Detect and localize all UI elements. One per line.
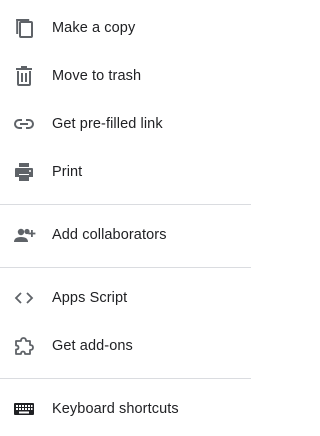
menu-item-label: Add collaborators: [52, 227, 167, 243]
add-collaborators-icon: [12, 223, 36, 247]
menu-item-keyboard-shortcuts[interactable]: Keyboard shortcuts: [0, 385, 251, 433]
menu-item-apps-script[interactable]: Apps Script: [0, 274, 251, 322]
menu-item-label: Print: [52, 164, 83, 180]
puzzle-icon: [12, 334, 36, 358]
menu-item-print[interactable]: Print: [0, 148, 251, 196]
code-icon: [12, 286, 36, 310]
link-icon: [12, 112, 36, 136]
menu-divider: [0, 378, 251, 379]
copy-icon: [12, 16, 36, 40]
keyboard-icon: [12, 397, 36, 421]
trash-icon: [12, 64, 36, 88]
menu-divider: [0, 204, 251, 205]
print-icon: [12, 160, 36, 184]
menu-divider: [0, 267, 251, 268]
menu-item-label: Keyboard shortcuts: [52, 401, 179, 417]
menu-item-move-to-trash[interactable]: Move to trash: [0, 52, 251, 100]
menu-item-add-collaborators[interactable]: Add collaborators: [0, 211, 251, 259]
menu-item-get-add-ons[interactable]: Get add-ons: [0, 322, 251, 370]
more-options-menu: Make a copy Move to trash Get pre-filled…: [0, 0, 251, 436]
menu-item-label: Move to trash: [52, 68, 142, 84]
menu-item-label: Get add-ons: [52, 338, 133, 354]
menu-item-get-pre-filled-link[interactable]: Get pre-filled link: [0, 100, 251, 148]
menu-item-label: Make a copy: [52, 20, 136, 36]
menu-item-label: Get pre-filled link: [52, 116, 163, 132]
menu-item-label: Apps Script: [52, 290, 128, 306]
menu-item-make-a-copy[interactable]: Make a copy: [0, 4, 251, 52]
